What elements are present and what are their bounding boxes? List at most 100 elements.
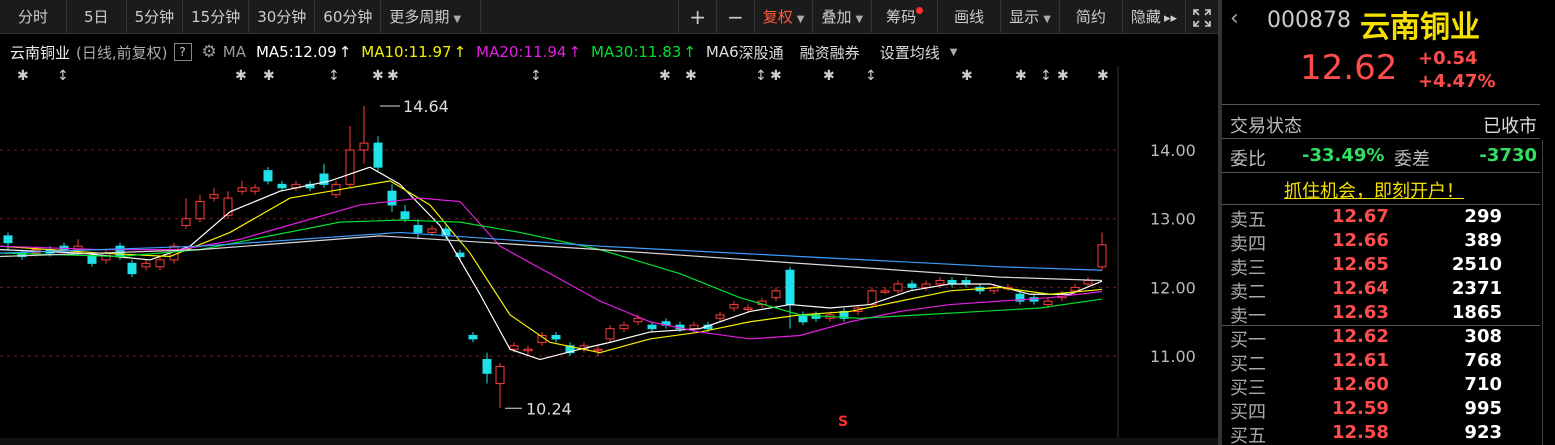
period-5min[interactable]: 5分钟 (127, 0, 184, 34)
candle-body (1083, 280, 1093, 285)
restore-rights-label: 复权 (762, 8, 793, 26)
bid-price: 12.60 (1332, 374, 1389, 395)
ask-volume: 1865 (1451, 302, 1502, 323)
event-marker-icon: ✱ (823, 68, 835, 84)
draw-line-button[interactable]: 画线 (938, 0, 1002, 34)
period-30min[interactable]: 30分钟 (249, 0, 316, 34)
event-marker-icon: ↕ (530, 68, 542, 84)
candle-body (468, 334, 478, 340)
link-hk-connect[interactable]: 深股通 (739, 42, 784, 63)
zoom-in-button[interactable]: + (678, 0, 717, 34)
period-5day[interactable]: 5日 (67, 0, 127, 34)
candle-body (181, 218, 191, 227)
candle-body (495, 365, 505, 385)
price-change: +0.54 (1418, 48, 1478, 69)
ask-price: 12.63 (1332, 302, 1389, 323)
low-price-label: 10.24 (526, 399, 572, 418)
wc-label: 委差 (1394, 149, 1430, 170)
link-ma-settings[interactable]: 设置均线 (880, 42, 940, 63)
stock-app: 分时 5日 5分钟 15分钟 30分钟 60分钟 更多周期 ▼ + − 复权 ▼ 叠… (0, 0, 1555, 445)
period-60min[interactable]: 60分钟 (315, 0, 382, 34)
candle-body (3, 235, 13, 244)
ma20-line (0, 197, 1103, 340)
arrow-up-icon: ↑ (683, 43, 696, 61)
y-tick-label: 14.00 (1150, 141, 1196, 160)
period-intraday[interactable]: 分时 (0, 0, 68, 34)
ma60-value: MA6 (705, 43, 739, 61)
ask-price: 12.66 (1332, 230, 1389, 251)
event-marker-icon: ↕ (1040, 68, 1052, 84)
restore-rights-button[interactable]: 复权 ▼ (755, 0, 814, 34)
ma10-value: MA10:11.97 (361, 43, 452, 61)
candle-body (921, 283, 931, 288)
event-marker-icon: ✱ (1015, 68, 1027, 84)
candle-body (1070, 286, 1080, 292)
overlay-button[interactable]: 叠加 ▼ (813, 0, 873, 34)
quote-panel: ‹ 000878 云南铜业 12.62 +0.54 +4.47% 交易状态 已收… (1222, 0, 1555, 445)
gear-icon[interactable]: ⚙ (202, 42, 217, 62)
bid-price: 12.58 (1332, 422, 1389, 443)
candle-body (155, 259, 165, 268)
candle-body (633, 317, 643, 323)
ma-settings-label[interactable]: MA (223, 43, 246, 61)
kline-chart[interactable]: 14.00 13.00 12.00 11.00 ✱ ↕ ✱ ✱ ↕ ✱ ✱ ↕ ✱ ✱ ↕ ✱ ✱ ↕ ✱ ✱ ↕ ✱ ✱ 1… (0, 66, 1218, 438)
bid-level-label: 买三 (1230, 378, 1266, 399)
bid-level-label: 买二 (1230, 354, 1266, 375)
fullscreen-button[interactable] (1186, 0, 1218, 34)
chart-mode-label: (日线,前复权) (76, 43, 168, 62)
back-arrow-icon[interactable]: ‹ (1230, 6, 1239, 31)
candle-body (689, 324, 699, 330)
ask-volume: 2371 (1451, 278, 1502, 299)
bid-price: 12.62 (1332, 326, 1389, 347)
wc-value: -3730 (1479, 145, 1537, 166)
open-account-link[interactable]: 抓住机会，即刻开户！ (1284, 177, 1464, 203)
event-marker-icon: ↕ (755, 68, 767, 84)
candle-body (223, 197, 233, 216)
notification-dot-icon (916, 7, 924, 14)
bid-volume: 768 (1464, 350, 1502, 371)
ask-price: 12.64 (1332, 278, 1389, 299)
bid-price: 12.61 (1332, 350, 1389, 371)
event-marker-icon: ✱ (659, 68, 671, 84)
period-more[interactable]: 更多周期 ▼ (381, 0, 482, 34)
sell-signal-marker: S (838, 414, 848, 430)
event-marker-icon: ✱ (17, 68, 29, 84)
chevron-down-icon: ▼ (796, 14, 805, 25)
period-15min[interactable]: 15分钟 (183, 0, 250, 34)
kline-svg[interactable]: 14.0013.0012.0011.00✱ ↕ ✱ ✱ ↕ ✱ ✱ ↕ ✱ ✱ ↕ ✱ ✱ ↕ ✱ ✱ ↕ ✱ ✱1… (0, 66, 1218, 438)
hide-button[interactable]: 隐藏 ▸▸ (1123, 0, 1186, 34)
fullscreen-icon (1193, 8, 1211, 27)
ma30-value: MA30:11.83 (591, 43, 682, 61)
simple-button[interactable]: 简约 (1060, 0, 1123, 34)
period-more-label: 更多周期 (389, 8, 450, 26)
bid-volume: 995 (1464, 398, 1502, 419)
event-marker-icon: ✱ (235, 68, 247, 84)
display-label: 显示 (1009, 8, 1040, 26)
ask-price: 12.65 (1332, 254, 1389, 275)
display-button[interactable]: 显示 ▼ (1001, 0, 1060, 34)
link-margin-trading[interactable]: 融资融券 (800, 42, 860, 63)
stock-name-label: 云南铜业 (10, 43, 71, 62)
arrow-up-icon: ↑ (453, 43, 467, 61)
candle-body (387, 190, 397, 206)
ask-volume: 389 (1464, 230, 1502, 251)
candle-body (880, 290, 890, 293)
y-tick-label: 12.00 (1150, 278, 1196, 297)
toolbar-right: + − 复权 ▼ 叠加 ▼ 筹码 画线 显示 ▼ 简约 隐藏 ▸▸ (678, 0, 1218, 34)
candle-body (715, 314, 725, 319)
period-toolbar: 分时 5日 5分钟 15分钟 30分钟 60分钟 更多周期 ▼ + − 复权 ▼ 叠… (0, 0, 1218, 34)
ask-volume: 2510 (1451, 254, 1502, 275)
ma10-line (0, 180, 1103, 354)
arrow-up-icon: ↑ (338, 43, 352, 61)
y-tick-label: 13.00 (1150, 210, 1196, 229)
candle-body (345, 149, 355, 185)
ask-level-label: 卖三 (1230, 258, 1266, 279)
help-button[interactable]: ? (173, 43, 192, 61)
zoom-out-button[interactable]: − (717, 0, 755, 34)
candle-body (771, 290, 781, 299)
candle-body (893, 283, 903, 292)
chips-button[interactable]: 筹码 (872, 0, 939, 34)
candle-body (743, 307, 753, 311)
event-marker-icon: ✱ (961, 68, 973, 84)
candle-body (509, 345, 519, 350)
